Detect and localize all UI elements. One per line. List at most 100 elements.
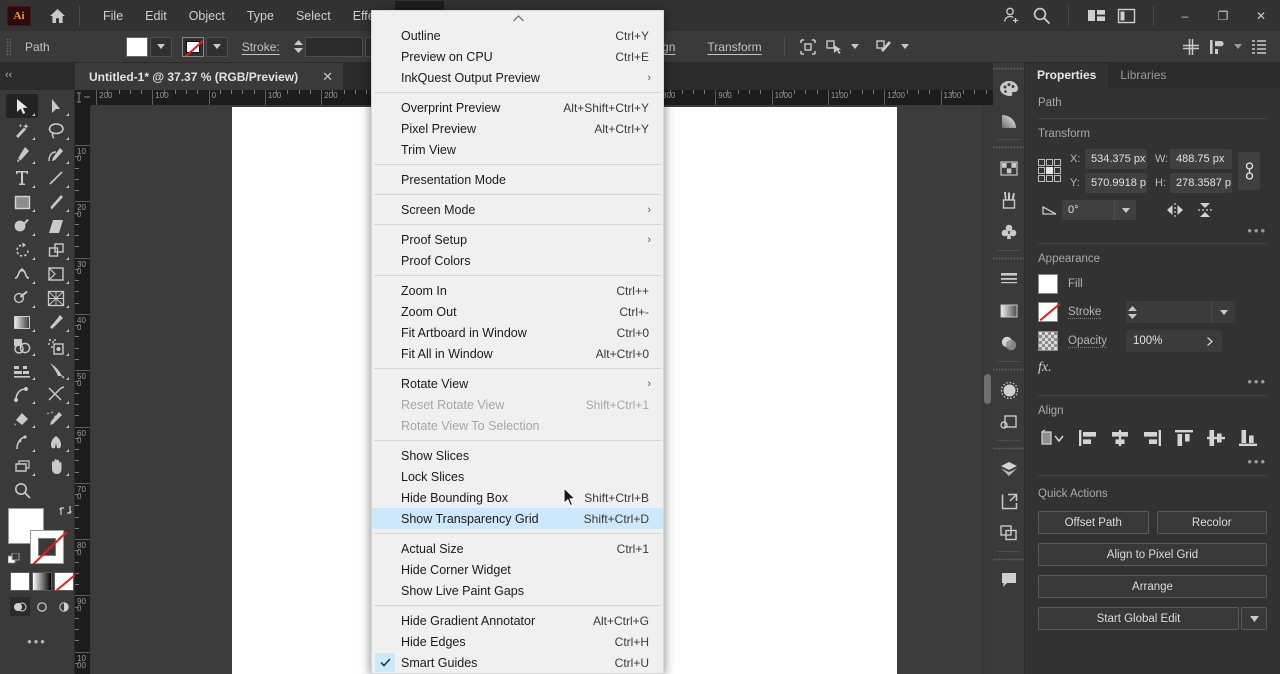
select-similar-dropdown-arrow[interactable]: [847, 35, 863, 59]
view-menu-item-show-live-paint-gaps[interactable]: Show Live Paint Gaps: [372, 580, 663, 601]
slice-tool[interactable]: [40, 358, 72, 382]
isolate-selected-object-icon[interactable]: [795, 35, 821, 59]
line-segment-tool[interactable]: [40, 166, 72, 190]
h-input[interactable]: 278.3587 p: [1170, 173, 1232, 193]
paintbrush-tool[interactable]: [40, 190, 72, 214]
stroke-swatch-group[interactable]: [182, 37, 228, 57]
view-menu-item-hide-corner-widget[interactable]: Hide Corner Widget: [372, 559, 663, 580]
stroke-weight-stepper[interactable]: [292, 37, 305, 57]
swap-fill-stroke-icon[interactable]: [59, 504, 72, 520]
dock-grip-5[interactable]: [993, 443, 1024, 453]
maximize-button[interactable]: ❐: [1204, 0, 1242, 31]
gradient-mode-icon[interactable]: [32, 572, 52, 591]
opacity-input[interactable]: 100%: [1126, 330, 1198, 352]
workspace-switcher-icon[interactable]: [1081, 0, 1111, 31]
view-menu-item-zoom-in[interactable]: Zoom In Ctrl++: [372, 280, 663, 301]
document-tab-close-icon[interactable]: ✕: [322, 69, 333, 85]
width-tool[interactable]: [6, 262, 38, 286]
lasso-tool[interactable]: [40, 118, 72, 142]
document-setup-icon[interactable]: [1246, 35, 1272, 59]
arrange-documents-icon[interactable]: [1111, 0, 1141, 31]
color-panel-icon[interactable]: [993, 73, 1025, 105]
vertical-ruler[interactable]: 100 200 300 400 500 600 700 800 900 1000: [75, 106, 91, 674]
fill-swatch[interactable]: [126, 37, 148, 57]
view-menu-item-presentation-mode[interactable]: Presentation Mode: [372, 169, 663, 190]
gradient-tool[interactable]: [6, 310, 38, 334]
direct-selection-tool[interactable]: [40, 94, 72, 118]
opacity-label[interactable]: Opacity: [1068, 335, 1126, 347]
eraser-tool[interactable]: [40, 214, 72, 238]
color-mode-icon[interactable]: [10, 572, 30, 591]
opacity-options-arrow[interactable]: [1198, 330, 1222, 352]
dock-grip-1[interactable]: [993, 63, 1024, 73]
global-edit-dropdown-arrow[interactable]: [1241, 607, 1267, 630]
reference-point-selector[interactable]: [1038, 159, 1062, 183]
w-input[interactable]: 488.75 px: [1170, 149, 1232, 169]
appearance-opacity-swatch[interactable]: [1038, 331, 1058, 351]
view-menu-item-rotate-view[interactable]: Rotate View ›: [372, 373, 663, 394]
appearance-fill-swatch[interactable]: [1038, 274, 1058, 294]
view-menu-item-pixel-preview[interactable]: Pixel Preview Alt+Ctrl+Y: [372, 118, 663, 139]
draw-behind-icon[interactable]: [32, 597, 52, 616]
view-menu-item-zoom-out[interactable]: Zoom Out Ctrl+-: [372, 301, 663, 322]
view-menu-item-overprint-preview[interactable]: Overprint Preview Alt+Shift+Ctrl+Y: [372, 97, 663, 118]
brushes-panel-icon[interactable]: [993, 184, 1025, 216]
pencil-tool[interactable]: [6, 430, 38, 454]
view-menu-item-lock-slices[interactable]: Lock Slices: [372, 466, 663, 487]
artboards-icon[interactable]: [1178, 35, 1204, 59]
user-add-icon[interactable]: [996, 0, 1026, 31]
stroke-color-swatch[interactable]: [30, 530, 64, 564]
layers-panel-icon[interactable]: [993, 453, 1025, 485]
appearance-stroke-swatch[interactable]: [1038, 302, 1058, 322]
more-tools-icon[interactable]: •••: [0, 634, 74, 649]
menu-file[interactable]: File: [92, 1, 134, 31]
stroke-weight-input[interactable]: [305, 37, 363, 57]
flip-horizontal-icon[interactable]: [1160, 202, 1190, 218]
start-global-edit-button[interactable]: Start Global Edit: [1038, 607, 1239, 630]
view-menu-item-hide-edges[interactable]: Hide Edges Ctrl+H: [372, 631, 663, 652]
selection-tool[interactable]: [6, 94, 38, 118]
perspective-grid-tool[interactable]: [40, 286, 72, 310]
gradient-panel-icon[interactable]: [993, 295, 1025, 327]
rectangle-tool[interactable]: [6, 190, 38, 214]
magic-wand-tool[interactable]: [6, 118, 38, 142]
shape-builder-tool[interactable]: [6, 286, 38, 310]
dock-grip-6[interactable]: [993, 554, 1024, 564]
view-menu-item-actual-size[interactable]: Actual Size Ctrl+1: [372, 538, 663, 559]
edit-toolbar-icon[interactable]: [871, 35, 897, 59]
stroke-label[interactable]: Stroke: [1068, 306, 1126, 318]
menu-object[interactable]: Object: [178, 1, 236, 31]
flip-vertical-icon[interactable]: [1190, 201, 1220, 219]
curvature-tool[interactable]: [40, 142, 72, 166]
transparency-panel-icon[interactable]: [993, 327, 1025, 359]
artboards-panel-icon[interactable]: [993, 517, 1025, 549]
appearance-panel-icon[interactable]: [993, 374, 1025, 406]
stroke-panel-icon[interactable]: [993, 263, 1025, 295]
dock-grip-3[interactable]: [993, 253, 1024, 263]
rotate-tool[interactable]: [6, 238, 38, 262]
horizontal-align-right-icon[interactable]: [1140, 426, 1164, 450]
hand-tool[interactable]: [40, 454, 72, 478]
stroke-weight-input-panel[interactable]: [1139, 301, 1211, 323]
transform-more-options[interactable]: •••: [1038, 223, 1267, 238]
rotate-angle-dropdown-arrow[interactable]: [1114, 200, 1136, 220]
color-guide-icon[interactable]: [993, 105, 1025, 137]
vertical-align-center-icon[interactable]: [1204, 426, 1228, 450]
vertical-align-top-icon[interactable]: [1172, 426, 1196, 450]
recolor-button[interactable]: Recolor: [1157, 511, 1268, 534]
view-menu-item-fit-artboard-in-window[interactable]: Fit Artboard in Window Ctrl+0: [372, 322, 663, 343]
free-transform-tool[interactable]: [40, 262, 72, 286]
view-menu-item-trim-view[interactable]: Trim View: [372, 139, 663, 160]
view-menu-item-preview-on-cpu[interactable]: Preview on CPU Ctrl+E: [372, 46, 663, 67]
symbols-panel-icon[interactable]: [993, 216, 1025, 248]
select-similar-objects-icon[interactable]: [821, 35, 847, 59]
y-input[interactable]: 570.9918 p: [1085, 173, 1147, 193]
default-fill-stroke-icon[interactable]: [8, 553, 21, 566]
swatches-panel-icon[interactable]: [993, 152, 1025, 184]
dock-grip-2[interactable]: [993, 142, 1024, 152]
view-menu-item-hide-bounding-box[interactable]: Hide Bounding Box Shift+Ctrl+B: [372, 487, 663, 508]
blend-tool[interactable]: [6, 334, 38, 358]
comments-panel-icon[interactable]: [993, 564, 1025, 596]
fill-dropdown-arrow[interactable]: [150, 37, 172, 57]
none-mode-icon[interactable]: [54, 572, 74, 591]
